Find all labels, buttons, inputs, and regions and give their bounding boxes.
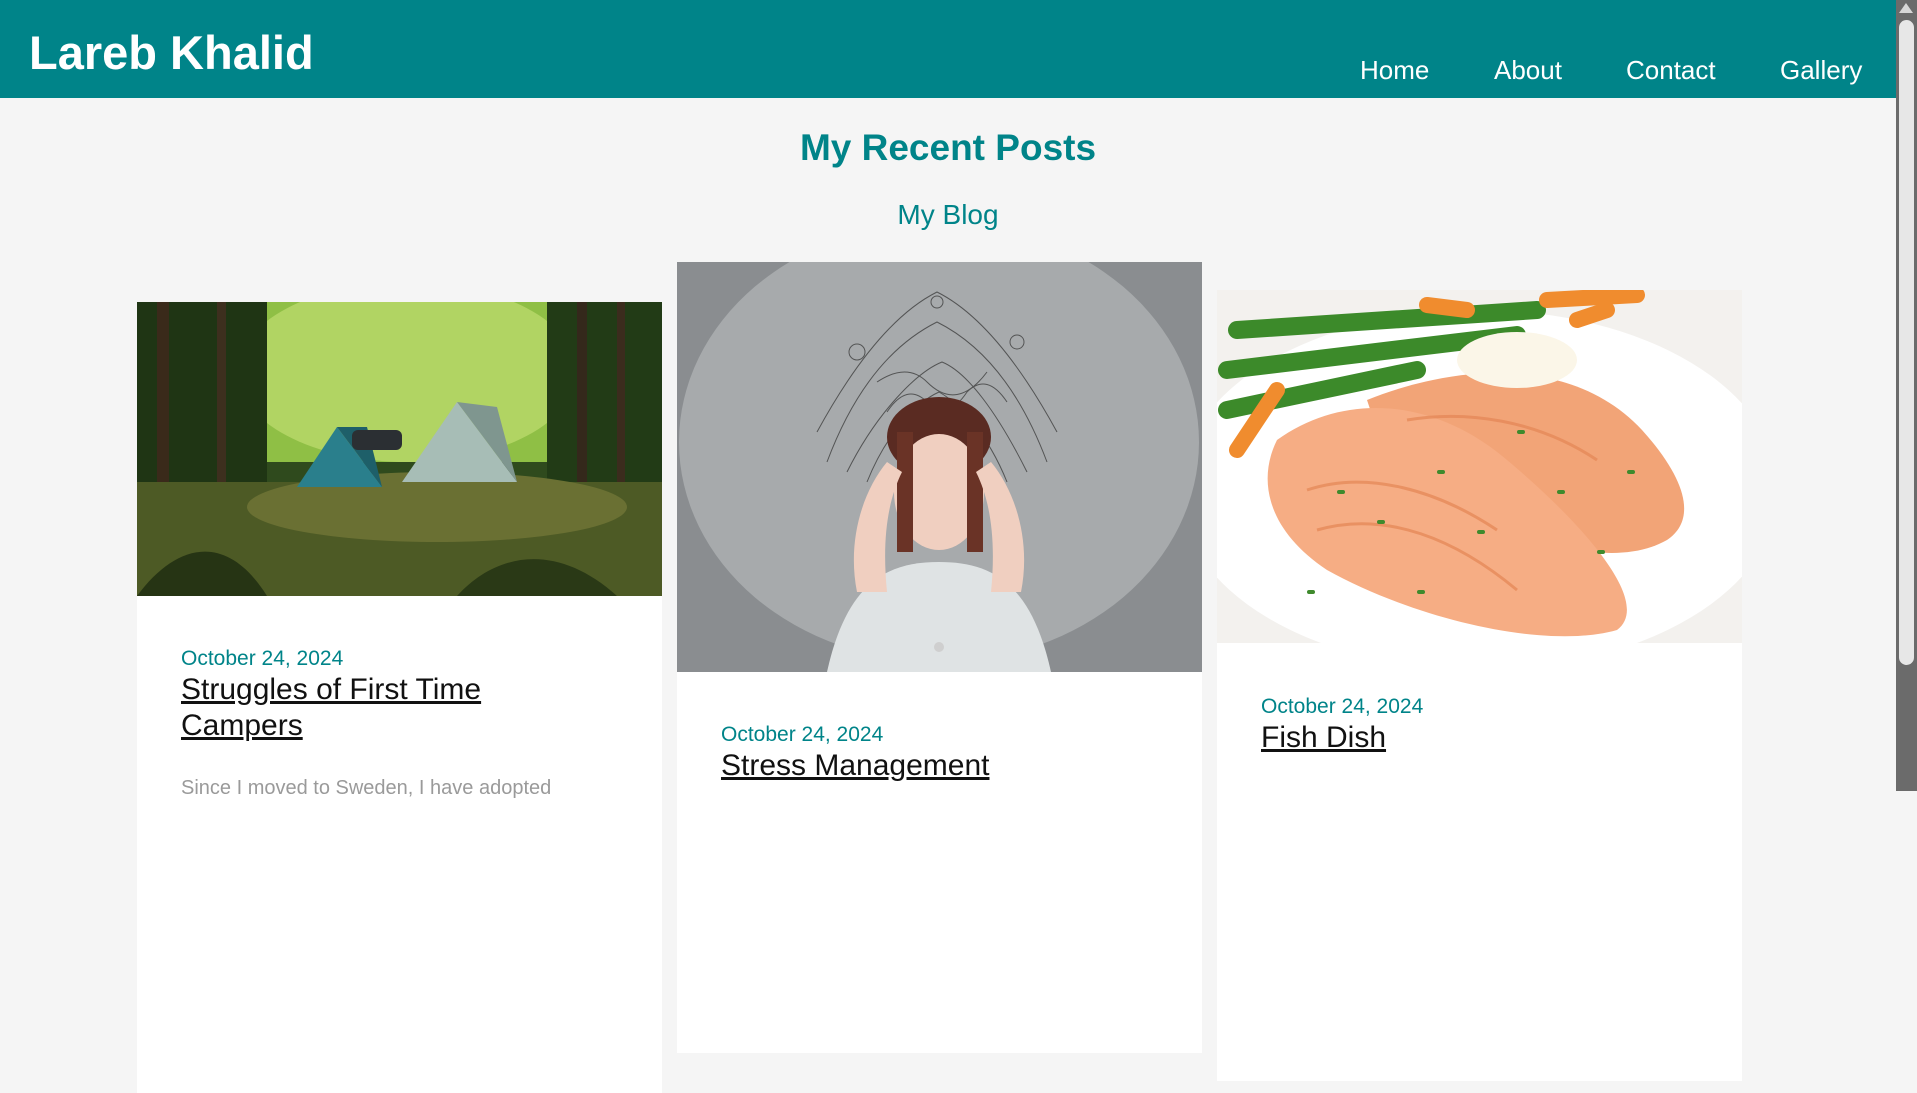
post-image-fish[interactable] (1217, 290, 1742, 643)
nav-home[interactable]: Home (1360, 55, 1429, 85)
post-image-stress[interactable] (677, 262, 1202, 672)
section-subtitle: My Blog (897, 199, 999, 230)
nav-contact[interactable]: Contact (1626, 55, 1716, 85)
post-date: October 24, 2024 (1261, 695, 1424, 718)
post-image-camping[interactable] (137, 302, 662, 596)
post-card-camping: October 24, 2024 Struggles of First Time… (137, 302, 662, 1093)
vertical-scrollbar[interactable] (1896, 0, 1917, 791)
post-date: October 24, 2024 (181, 647, 344, 670)
post-title-link[interactable]: Struggles of First Time Campers (181, 672, 601, 744)
post-card-fish: October 24, 2024 Fish Dish (1217, 290, 1742, 1081)
scroll-up-icon[interactable] (1899, 3, 1913, 13)
post-date: October 24, 2024 (721, 723, 884, 746)
post-excerpt: Since I moved to Sweden, I have adopted (181, 777, 552, 799)
main-nav: Home About Contact Gallery (0, 55, 1896, 85)
post-card-stress: October 24, 2024 Stress Management (677, 262, 1202, 1053)
post-title-link[interactable]: Fish Dish (1261, 720, 1681, 756)
site-header: Lareb Khalid Home About Contact Gallery (0, 0, 1896, 98)
scroll-thumb[interactable] (1899, 20, 1914, 665)
post-title-link[interactable]: Stress Management (721, 748, 1141, 784)
nav-gallery[interactable]: Gallery (1780, 55, 1862, 85)
section-title: My Recent Posts (799, 127, 1097, 168)
nav-about[interactable]: About (1494, 55, 1562, 85)
